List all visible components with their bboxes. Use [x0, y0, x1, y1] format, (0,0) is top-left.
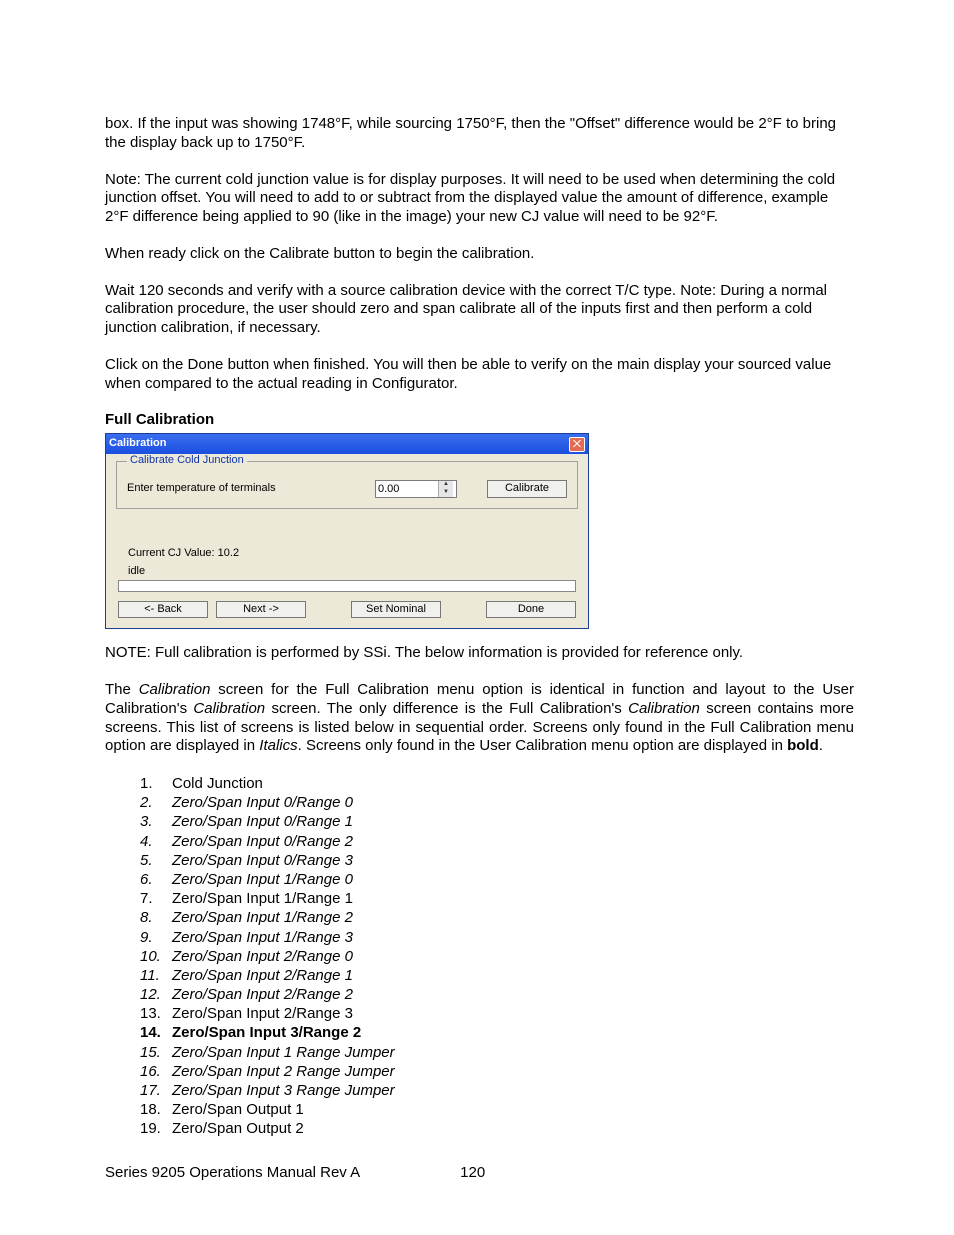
list-item: 7.Zero/Span Input 1/Range 1	[140, 889, 854, 908]
list-item: 10.Zero/Span Input 2/Range 0	[140, 947, 854, 966]
back-button[interactable]: <- Back	[118, 601, 208, 619]
spin-up-icon[interactable]: ▲	[439, 481, 453, 489]
calibrate-button[interactable]: Calibrate	[487, 480, 567, 498]
list-item: 17.Zero/Span Input 3 Range Jumper	[140, 1081, 854, 1100]
paragraph-4: Wait 120 seconds and verify with a sourc…	[105, 282, 854, 338]
footer-page-number: 120	[460, 1164, 485, 1183]
list-item: 6.Zero/Span Input 1/Range 0	[140, 870, 854, 889]
group-title: Calibrate Cold Junction	[127, 454, 247, 468]
close-icon[interactable]	[569, 437, 585, 452]
spin-down-icon[interactable]: ▼	[439, 489, 453, 497]
paragraph-3: When ready click on the Calibrate button…	[105, 245, 854, 264]
dialog-titlebar: Calibration	[106, 434, 588, 454]
list-item: 2.Zero/Span Input 0/Range 0	[140, 793, 854, 812]
dialog-title-text: Calibration	[109, 437, 166, 451]
temperature-spinbox[interactable]: ▲ ▼	[375, 480, 457, 498]
list-item: 9.Zero/Span Input 1/Range 3	[140, 928, 854, 947]
calibration-dialog: Calibration Calibrate Cold Junction Ente…	[105, 433, 589, 629]
list-item: 13.Zero/Span Input 2/Range 3	[140, 1004, 854, 1023]
progress-bar	[118, 580, 576, 592]
paragraph-5: Click on the Done button when finished. …	[105, 356, 854, 394]
calibrate-cold-junction-group: Calibrate Cold Junction Enter temperatur…	[116, 461, 578, 509]
list-item: 15.Zero/Span Input 1 Range Jumper	[140, 1043, 854, 1062]
enter-temp-label: Enter temperature of terminals	[127, 482, 375, 496]
list-item: 18.Zero/Span Output 1	[140, 1100, 854, 1119]
paragraph-2: Note: The current cold junction value is…	[105, 171, 854, 227]
list-item: 19.Zero/Span Output 2	[140, 1119, 854, 1138]
done-button[interactable]: Done	[486, 601, 576, 619]
list-item: 14.Zero/Span Input 3/Range 2	[140, 1023, 854, 1042]
section-title-full-calibration: Full Calibration	[105, 411, 854, 430]
page-footer: Series 9205 Operations Manual Rev A 120	[105, 1164, 854, 1183]
list-item: 12.Zero/Span Input 2/Range 2	[140, 985, 854, 1004]
spin-buttons[interactable]: ▲ ▼	[438, 481, 453, 497]
temperature-input[interactable]	[376, 481, 438, 497]
paragraph-1: box. If the input was showing 1748°F, wh…	[105, 115, 854, 153]
status-idle: idle	[128, 565, 576, 579]
list-item: 8.Zero/Span Input 1/Range 2	[140, 908, 854, 927]
description-paragraph: The Calibration screen for the Full Cali…	[105, 681, 854, 756]
screen-list: 1.Cold Junction2.Zero/Span Input 0/Range…	[140, 774, 854, 1139]
current-cj-value: Current CJ Value: 10.2	[128, 547, 576, 561]
list-item: 11.Zero/Span Input 2/Range 1	[140, 966, 854, 985]
list-item: 4.Zero/Span Input 0/Range 2	[140, 832, 854, 851]
list-item: 16.Zero/Span Input 2 Range Jumper	[140, 1062, 854, 1081]
list-item: 5.Zero/Span Input 0/Range 3	[140, 851, 854, 870]
list-item: 1.Cold Junction	[140, 774, 854, 793]
next-button[interactable]: Next ->	[216, 601, 306, 619]
footer-doc-title: Series 9205 Operations Manual Rev A	[105, 1164, 360, 1183]
list-item: 3.Zero/Span Input 0/Range 1	[140, 812, 854, 831]
note-full-calibration: NOTE: Full calibration is performed by S…	[105, 644, 854, 663]
set-nominal-button[interactable]: Set Nominal	[351, 601, 441, 619]
